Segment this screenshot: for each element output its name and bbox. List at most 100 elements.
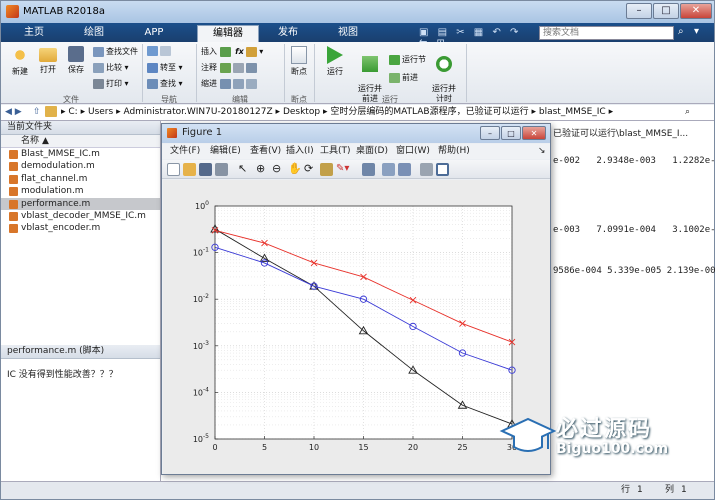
indent-button[interactable]: 缩进: [201, 78, 259, 89]
file-item[interactable]: vblast_decoder_MMSE_IC.m: [1, 210, 160, 222]
pan-hand-icon[interactable]: ✋: [288, 163, 302, 176]
advance-button[interactable]: 前进: [389, 72, 418, 83]
open-file-icon[interactable]: [183, 163, 196, 176]
menu-edit[interactable]: 编辑(E): [210, 144, 241, 158]
back-arrow-icon[interactable]: ◀ ▶: [5, 105, 22, 120]
matlab-logo-icon: [6, 5, 19, 18]
line-chart[interactable]: 0 5 10 15 20 25 3010010-110-210-310-410-5: [163, 180, 550, 474]
file-item[interactable]: modulation.m: [1, 185, 160, 197]
minimize-button[interactable]: –: [626, 3, 652, 19]
zoom-in-icon[interactable]: ⊕: [256, 163, 269, 176]
notification-icon[interactable]: ▾: [694, 26, 706, 39]
dock-arrow-icon[interactable]: ↘: [538, 144, 546, 158]
y-tick-label: 100: [195, 200, 209, 211]
output-line: 9586e-004 5.339e-005 2.139e-005: [553, 266, 715, 276]
save-button[interactable]: 保存: [63, 46, 89, 75]
address-search-icon[interactable]: ⌕: [685, 105, 690, 120]
breakpoints-button[interactable]: 断点: [287, 46, 311, 77]
breadcrumb-item[interactable]: Users: [88, 107, 113, 117]
legend-icon[interactable]: [398, 163, 411, 176]
new-label: 新建: [12, 67, 28, 76]
run-group-label: 运行: [382, 95, 398, 104]
quick-access-toolbar[interactable]: ▣ ▤ ✂ ▦ ↶ ↷ ⇆ ⊞: [419, 27, 529, 49]
menu-file[interactable]: 文件(F): [170, 144, 200, 158]
figure-window[interactable]: Figure 1 – □ ✕ 文件(F) 编辑(E) 查看(V) 插入(I) 工…: [161, 123, 551, 475]
hide-tools-icon[interactable]: [420, 163, 433, 176]
colorbar-icon[interactable]: [382, 163, 395, 176]
tab-editor[interactable]: 编辑器: [197, 25, 259, 42]
brush-icon[interactable]: ✎▾: [336, 163, 349, 176]
tab-apps[interactable]: APP: [131, 25, 177, 42]
back-forward-buttons[interactable]: [147, 46, 173, 56]
save-figure-icon[interactable]: [199, 163, 212, 176]
figure-minimize-button[interactable]: –: [480, 126, 500, 140]
new-figure-icon[interactable]: [167, 163, 180, 176]
rotate-icon[interactable]: ⟳: [304, 163, 317, 176]
file-list: Blast_MMSE_IC.m demodulation.m flat_channe…: [1, 148, 160, 235]
tab-plots[interactable]: 绘图: [71, 25, 117, 42]
name-column-header[interactable]: 名称 ▲: [1, 135, 160, 148]
file-item[interactable]: demodulation.m: [1, 160, 160, 172]
title-bar: MATLAB R2018a – □ ✕: [1, 1, 714, 23]
menu-view[interactable]: 查看(V): [250, 144, 281, 158]
address-bar[interactable]: ◀ ▶ ⇧ ▸ C: ▸ Users ▸ Administrator.WIN7U…: [1, 105, 714, 121]
menu-window[interactable]: 窗口(W): [396, 144, 430, 158]
x-tick-label: 5: [262, 443, 267, 452]
figure-close-button[interactable]: ✕: [522, 126, 546, 140]
find-files-button[interactable]: 查找文件: [93, 46, 138, 57]
pointer-icon[interactable]: ↖: [238, 163, 251, 176]
matlab-window: MATLAB R2018a – □ ✕ 主页 绘图 APP 编辑器 发布 视图 …: [0, 0, 715, 500]
insert-button[interactable]: 插入 fx ▾: [201, 46, 263, 57]
menu-insert[interactable]: 插入(I): [286, 144, 314, 158]
breadcrumb-item[interactable]: blast_MMSE_IC: [539, 107, 606, 117]
zoom-out-icon[interactable]: ⊖: [272, 163, 285, 176]
run-button[interactable]: 运行: [321, 46, 349, 77]
breadcrumb-item[interactable]: C:: [68, 107, 77, 117]
watermark-url: Biguo100.com: [556, 441, 669, 457]
new-button[interactable]: 新建: [7, 46, 33, 77]
smart-indent-icon: [219, 78, 231, 89]
browse-folder-icon[interactable]: [45, 106, 57, 117]
data-cursor-icon[interactable]: [320, 163, 333, 176]
figure-maximize-button[interactable]: □: [501, 126, 521, 140]
nav-group-label: 导航: [161, 95, 177, 104]
maximize-button[interactable]: □: [653, 3, 679, 19]
file-name: vblast_encoder.m: [21, 223, 101, 234]
search-input[interactable]: 搜索文档: [539, 26, 674, 40]
tab-publish[interactable]: 发布: [265, 25, 311, 42]
compare-button[interactable]: 比较 ▾: [93, 62, 129, 73]
menu-help[interactable]: 帮助(H): [438, 144, 470, 158]
breadcrumb-item[interactable]: 空时分层编码的MATLAB源程序，已验证可以运行: [330, 107, 528, 117]
menu-tools[interactable]: 工具(T): [320, 144, 351, 158]
tab-view[interactable]: 视图: [325, 25, 371, 42]
breakpoint-group-label: 断点: [291, 95, 307, 104]
close-button[interactable]: ✕: [680, 3, 712, 19]
run-section-button[interactable]: 运行节: [389, 54, 426, 65]
file-item[interactable]: flat_channel.m: [1, 173, 160, 185]
run-section-icon: [389, 54, 400, 65]
comment-button[interactable]: 注释: [201, 62, 259, 73]
tab-home[interactable]: 主页: [11, 25, 57, 42]
row-value: 1: [637, 485, 643, 495]
show-tools-icon[interactable]: [436, 163, 449, 176]
menu-desktop[interactable]: 桌面(D): [356, 144, 388, 158]
figure-title-bar[interactable]: Figure 1 – □ ✕: [162, 124, 550, 143]
up-folder-icon[interactable]: ⇧: [33, 105, 41, 120]
file-item[interactable]: vblast_encoder.m: [1, 222, 160, 234]
open-button[interactable]: 打开: [35, 46, 61, 75]
breadcrumb-item[interactable]: Administrator.WIN7U-20180127Z: [123, 107, 272, 117]
wrap-icon: [245, 62, 257, 73]
breadcrumb-item[interactable]: Desktop: [283, 107, 320, 117]
current-folder-panel: 当前文件夹 名称 ▲ Blast_MMSE_IC.m demodulation.m f…: [1, 121, 161, 345]
file-item[interactable]: performance.m: [1, 197, 160, 210]
insert-menu-icon: [246, 46, 258, 57]
link-plot-icon[interactable]: [362, 163, 375, 176]
watermark-name: 必过源码: [556, 417, 653, 442]
find-button[interactable]: 查找 ▾: [147, 78, 183, 89]
goto-button[interactable]: 转至 ▾: [147, 62, 183, 73]
print-figure-icon[interactable]: [215, 163, 228, 176]
print-button[interactable]: 打印 ▾: [93, 78, 129, 89]
file-item[interactable]: Blast_MMSE_IC.m: [1, 148, 160, 160]
compare-icon: [93, 62, 104, 73]
search-icon[interactable]: ⌕: [678, 26, 690, 39]
